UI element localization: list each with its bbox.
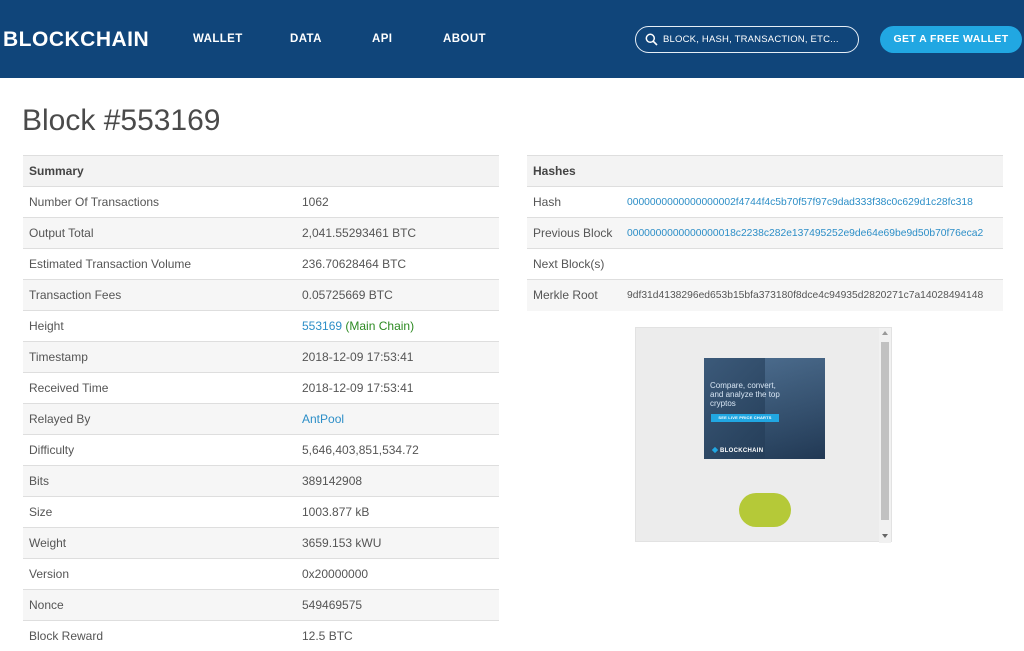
row-value: AntPool: [296, 403, 499, 435]
row-value: [621, 248, 1003, 280]
nav-data[interactable]: DATA: [290, 33, 322, 45]
ad-pill-button[interactable]: [739, 493, 791, 527]
row-label: Size: [23, 496, 296, 528]
table-row: Previous Block 0000000000000000018c2238c2…: [527, 217, 1003, 249]
page-title: Block #553169: [22, 104, 221, 137]
scroll-down-icon[interactable]: [882, 534, 888, 538]
row-value: 9df31d4138296ed653b15bfa373180f8dce4c949…: [621, 279, 1003, 311]
row-value: 1003.877 kB: [296, 496, 499, 528]
hash-link[interactable]: 0000000000000000002f4744f4c5b70f57f97c9d…: [627, 197, 973, 208]
blockchain-logo-icon: [711, 446, 719, 454]
table-row: Received Time 2018-12-09 17:53:41: [23, 372, 499, 404]
table-row: Difficulty 5,646,403,851,534.72: [23, 434, 499, 466]
height-link[interactable]: 553169: [302, 319, 342, 333]
blockchain-logo[interactable]: BLOCKCHAIN: [3, 28, 149, 52]
row-label: Hash: [527, 186, 621, 218]
ad-text: Compare, convert, and analyze the top cr…: [710, 381, 780, 408]
summary-header: Summary: [23, 155, 499, 187]
row-value: 0x20000000: [296, 558, 499, 590]
row-label: Timestamp: [23, 341, 296, 373]
row-value: 236.70628464 BTC: [296, 248, 499, 280]
table-row: Size 1003.877 kB: [23, 496, 499, 528]
table-row: Version 0x20000000: [23, 558, 499, 590]
row-value: 549469575: [296, 589, 499, 621]
scroll-up-icon[interactable]: [882, 331, 888, 335]
row-value: 0000000000000000002f4744f4c5b70f57f97c9d…: [621, 186, 1003, 218]
row-value: 2,041.55293461 BTC: [296, 217, 499, 249]
row-value: 0.05725669 BTC: [296, 279, 499, 311]
nav-about[interactable]: ABOUT: [443, 33, 486, 45]
banner-glow: [765, 358, 825, 459]
previous-block-link[interactable]: 0000000000000000018c2238c282e137495252e9…: [627, 228, 983, 239]
row-label: Output Total: [23, 217, 296, 249]
table-row: Hash 0000000000000000002f4744f4c5b70f57f9…: [527, 186, 1003, 218]
table-row: Relayed By AntPool: [23, 403, 499, 435]
hashes-header: Hashes: [527, 155, 1003, 187]
hashes-table: Hashes Hash 0000000000000000002f4744f4c5b…: [527, 155, 1003, 311]
row-label: Block Reward: [23, 620, 296, 651]
row-label: Merkle Root: [527, 279, 621, 311]
table-row: Weight 3659.153 kWU: [23, 527, 499, 559]
row-label: Estimated Transaction Volume: [23, 248, 296, 280]
table-row: Height 553169 (Main Chain): [23, 310, 499, 342]
ad-scrollbar[interactable]: [879, 328, 891, 543]
row-label: Number Of Transactions: [23, 186, 296, 218]
table-row: Output Total 2,041.55293461 BTC: [23, 217, 499, 249]
ad-brand: BLOCKCHAIN: [711, 446, 764, 454]
ad-cta-button[interactable]: SEE LIVE PRICE CHARTS: [711, 414, 779, 422]
ad-brand-label: BLOCKCHAIN: [720, 448, 764, 454]
table-row: Timestamp 2018-12-09 17:53:41: [23, 341, 499, 373]
row-label: Next Block(s): [527, 248, 621, 280]
row-label: Version: [23, 558, 296, 590]
table-row: Next Block(s): [527, 248, 1003, 280]
table-row: Block Reward 12.5 BTC: [23, 620, 499, 651]
table-row: Bits 389142908: [23, 465, 499, 497]
row-label: Received Time: [23, 372, 296, 404]
row-label: Nonce: [23, 589, 296, 621]
search-input[interactable]: [663, 30, 853, 48]
table-row: Estimated Transaction Volume 236.70628464…: [23, 248, 499, 280]
row-value: 2018-12-09 17:53:41: [296, 341, 499, 373]
row-label: Height: [23, 310, 296, 342]
row-value: 1062: [296, 186, 499, 218]
row-value: 3659.153 kWU: [296, 527, 499, 559]
table-row: Number Of Transactions 1062: [23, 186, 499, 218]
row-value: 0000000000000000018c2238c282e137495252e9…: [621, 217, 1003, 249]
search-box[interactable]: [635, 26, 859, 53]
row-label: Bits: [23, 465, 296, 497]
ad-banner[interactable]: Compare, convert, and analyze the top cr…: [704, 358, 825, 459]
relayed-by-link[interactable]: AntPool: [302, 412, 344, 426]
nav-wallet[interactable]: WALLET: [193, 33, 243, 45]
row-label: Transaction Fees: [23, 279, 296, 311]
ad-panel: Compare, convert, and analyze the top cr…: [635, 327, 892, 543]
row-label: Previous Block: [527, 217, 621, 249]
table-row: Nonce 549469575: [23, 589, 499, 621]
row-label: Difficulty: [23, 434, 296, 466]
main-chain-label: (Main Chain): [345, 319, 415, 333]
summary-table: Summary Number Of Transactions 1062 Outpu…: [23, 155, 499, 651]
top-navbar: BLOCKCHAIN WALLET DATA API ABOUT GET A F…: [0, 0, 1024, 78]
table-row: Merkle Root 9df31d4138296ed653b15bfa37318…: [527, 279, 1003, 311]
nav-api[interactable]: API: [372, 33, 392, 45]
search-icon: [645, 33, 658, 46]
row-label: Relayed By: [23, 403, 296, 435]
row-value: 5,646,403,851,534.72: [296, 434, 499, 466]
scrollbar-thumb[interactable]: [881, 342, 889, 520]
row-label: Weight: [23, 527, 296, 559]
row-value: 553169 (Main Chain): [296, 310, 499, 342]
row-value: 2018-12-09 17:53:41: [296, 372, 499, 404]
row-value: 12.5 BTC: [296, 620, 499, 651]
table-row: Transaction Fees 0.05725669 BTC: [23, 279, 499, 311]
row-value: 389142908: [296, 465, 499, 497]
get-free-wallet-button[interactable]: GET A FREE WALLET: [880, 26, 1022, 53]
